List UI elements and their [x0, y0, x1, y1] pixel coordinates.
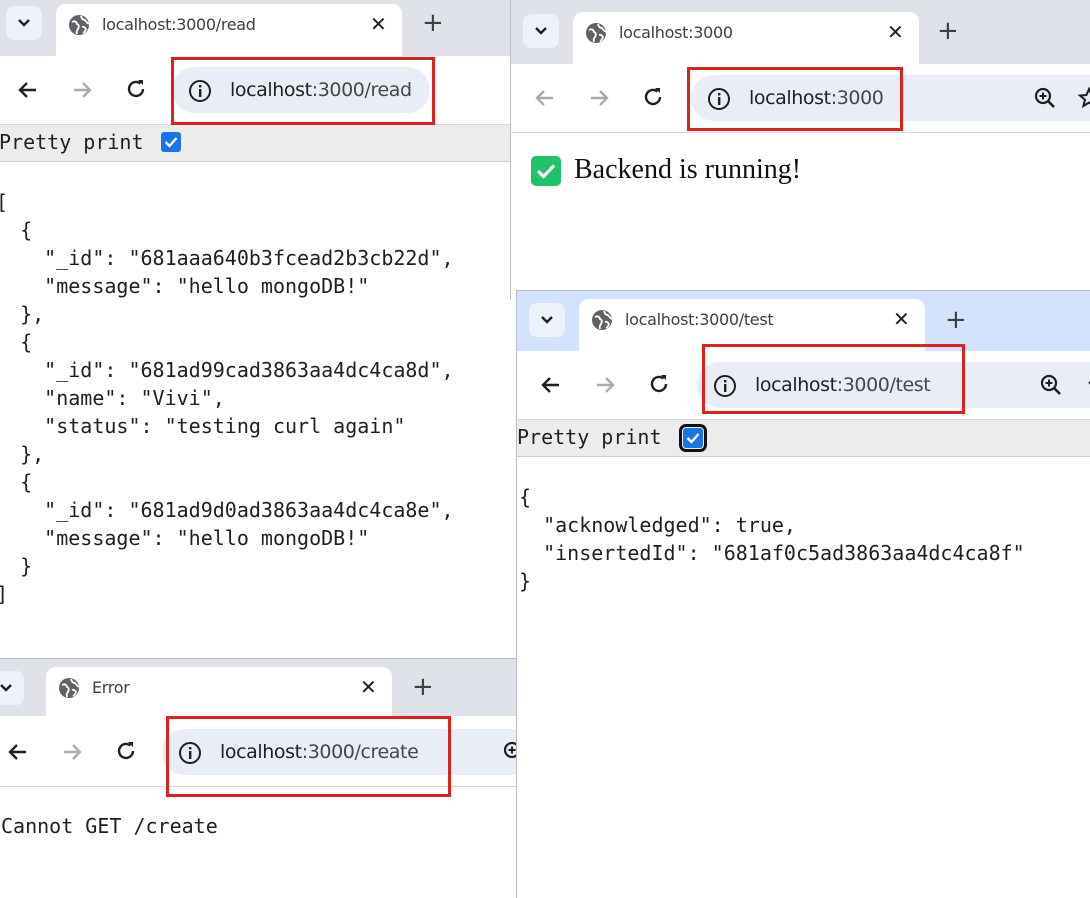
reload-icon[interactable] [124, 77, 148, 101]
reload-icon[interactable] [114, 739, 138, 763]
browser-window-read: localhost:3000/read ✕ + localhost:3000/r… [0, 0, 510, 660]
tab-search-button[interactable] [0, 671, 24, 705]
json-output: [ { "_id": "681aaa640b3fcead2b3cb22d", "… [0, 190, 454, 606]
arrow-left-icon[interactable] [539, 373, 563, 397]
tab-search-button[interactable] [523, 14, 559, 48]
tab-strip: Error ✕ + [0, 658, 516, 717]
check-mark-emoji-icon [531, 156, 561, 186]
new-tab-button[interactable]: + [937, 18, 959, 44]
tab-search-button[interactable] [529, 303, 565, 337]
tab-title: localhost:3000 [619, 23, 733, 42]
reload-icon[interactable] [641, 85, 665, 109]
zoom-in-icon[interactable] [1039, 373, 1063, 397]
zoom-in-icon[interactable] [502, 740, 516, 764]
pretty-print-bar: Pretty print [0, 125, 510, 162]
check-icon [164, 137, 178, 148]
json-output: { "acknowledged": true, "insertedId": "6… [519, 485, 1025, 593]
arrow-right-icon[interactable] [70, 78, 94, 102]
highlight-box [687, 67, 903, 131]
tab-title: localhost:3000/test [625, 310, 774, 329]
chevron-down-icon [541, 316, 553, 324]
check-icon [536, 164, 556, 179]
browser-window-root: localhost:3000 ✕ + localhost:3000 Backen… [510, 0, 1090, 300]
globe-icon [586, 23, 607, 43]
chevron-down-icon [0, 684, 12, 692]
reload-icon[interactable] [647, 372, 671, 396]
tab-title: localhost:3000/read [102, 15, 256, 34]
browser-window-create: Error ✕ + localhost:3000/create Cannot G… [0, 658, 516, 897]
close-icon[interactable]: ✕ [370, 14, 387, 34]
new-tab-button[interactable]: + [412, 674, 434, 700]
arrow-left-icon[interactable] [533, 86, 557, 110]
check-icon [686, 433, 700, 444]
arrow-right-icon[interactable] [587, 86, 611, 110]
tab-error[interactable]: Error ✕ [46, 667, 392, 717]
tab-strip: localhost:3000 ✕ + [510, 0, 1090, 64]
status-text: Backend is running! [574, 154, 802, 185]
globe-icon [59, 678, 80, 698]
highlight-box [702, 344, 965, 414]
tab-strip: localhost:3000/test ✕ + [517, 291, 1090, 351]
tab-strip: localhost:3000/read ✕ + [0, 0, 510, 56]
chevron-down-icon [18, 19, 30, 27]
zoom-in-icon[interactable] [1033, 86, 1057, 110]
pretty-print-bar: Pretty print [517, 420, 1090, 457]
error-message: Cannot GET /create [1, 814, 218, 838]
close-icon[interactable]: ✕ [893, 309, 910, 329]
globe-icon [69, 15, 90, 35]
arrow-right-icon[interactable] [593, 373, 617, 397]
tab-root[interactable]: localhost:3000 ✕ [573, 12, 919, 64]
new-tab-button[interactable]: + [422, 10, 444, 36]
tab-read[interactable]: localhost:3000/read ✕ [56, 4, 402, 56]
highlight-box [166, 716, 451, 797]
chevron-down-icon[interactable] [1083, 373, 1090, 397]
tab-search-button[interactable] [6, 6, 42, 40]
close-icon[interactable]: ✕ [360, 677, 377, 697]
globe-icon [592, 310, 613, 330]
arrow-right-icon[interactable] [60, 740, 84, 764]
page-body: Backend is running! [510, 133, 1090, 300]
tab-title: Error [92, 678, 130, 697]
chevron-down-icon [535, 27, 547, 35]
highlight-box [171, 57, 435, 125]
star-icon[interactable] [1077, 86, 1090, 110]
pretty-print-checkbox[interactable] [679, 424, 707, 452]
new-tab-button[interactable]: + [945, 307, 967, 333]
close-icon[interactable]: ✕ [887, 22, 904, 42]
pretty-print-checkbox[interactable] [161, 132, 181, 152]
pretty-print-label: Pretty print [0, 130, 144, 154]
browser-window-test: localhost:3000/test ✕ + localhost:3000/t… [516, 290, 1090, 898]
arrow-left-icon[interactable] [16, 78, 40, 102]
arrow-left-icon[interactable] [6, 740, 30, 764]
pretty-print-label: Pretty print [517, 425, 662, 449]
